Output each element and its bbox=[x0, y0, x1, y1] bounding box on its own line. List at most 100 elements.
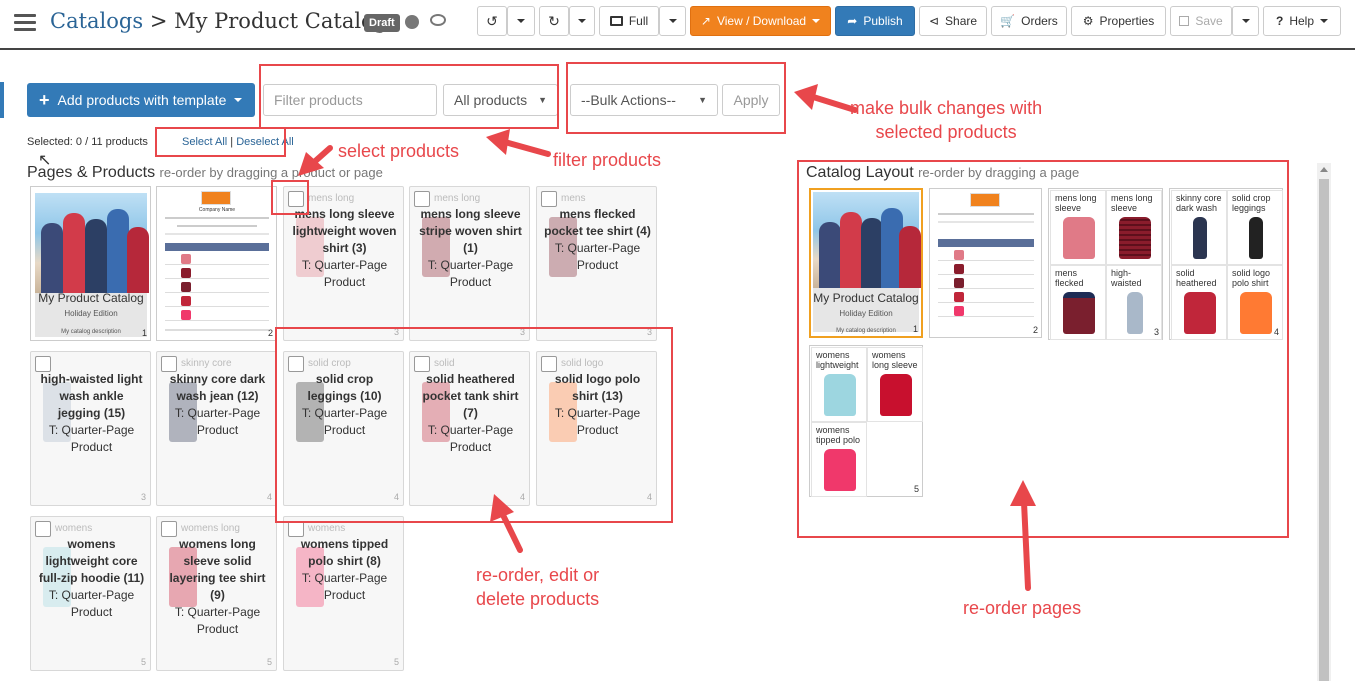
publish-button[interactable]: ➦ Publish bbox=[835, 6, 915, 36]
share-arrow-icon: ➦ bbox=[847, 14, 858, 28]
product-template: T: Quarter-Page Product bbox=[174, 605, 261, 636]
product-card[interactable]: womens womens tipped polo shirt (8) T: Qu… bbox=[283, 516, 404, 671]
redo-icon: ↻ bbox=[548, 12, 560, 29]
product-thumb-label: womens bbox=[308, 523, 346, 534]
undo-icon: ↺ bbox=[486, 12, 498, 29]
product-checkbox[interactable] bbox=[35, 356, 51, 372]
chevron-down-icon bbox=[1241, 19, 1250, 23]
product-card[interactable]: womens long womens long sleeve solid lay… bbox=[156, 516, 277, 671]
view-mode-dropdown[interactable] bbox=[659, 6, 686, 36]
orders-button[interactable]: 🛒 Orders bbox=[991, 6, 1067, 36]
undo-dropdown[interactable] bbox=[507, 6, 535, 36]
company-name: Company Name bbox=[198, 207, 236, 213]
help-button[interactable]: ? Help bbox=[1263, 6, 1341, 36]
external-link-icon: ↗ bbox=[700, 14, 711, 28]
annotation-bulk-text: make bulk changes with selected products bbox=[850, 98, 1043, 142]
plus-icon: + bbox=[39, 89, 50, 110]
product-page-number: 4 bbox=[266, 492, 272, 502]
comment-icon[interactable] bbox=[430, 14, 446, 26]
product-thumb-label: skinny core bbox=[181, 358, 232, 369]
product-card[interactable]: mens mens flecked pocket tee shirt (4) T:… bbox=[536, 186, 657, 341]
product-template: T: Quarter-Page Product bbox=[301, 571, 388, 602]
properties-button[interactable]: ⚙ Properties bbox=[1071, 6, 1166, 36]
save-button[interactable]: Save bbox=[1170, 6, 1232, 36]
cover-title: My Product Catalog bbox=[38, 291, 144, 305]
product-template: T: Quarter-Page Product bbox=[427, 258, 514, 289]
view-download-button[interactable]: ↗ View / Download bbox=[690, 6, 831, 36]
cart-icon: 🛒 bbox=[1000, 14, 1016, 28]
scroll-up-icon[interactable] bbox=[1320, 167, 1328, 172]
product-name: mens flecked pocket tee shirt (4) bbox=[544, 207, 651, 238]
annotation-reorder-pages-text: re-order pages bbox=[963, 598, 1082, 618]
product-name: mens long sleeve stripe woven shirt (1) bbox=[419, 207, 522, 255]
chevron-down-icon bbox=[578, 19, 586, 23]
left-accent-bar bbox=[0, 82, 4, 118]
annotation-select-text: select products bbox=[338, 141, 460, 161]
product-checkbox[interactable] bbox=[35, 521, 51, 537]
page-title: My Product Catalog bbox=[174, 9, 388, 33]
share-label: Share bbox=[945, 14, 978, 28]
breadcrumb: Catalogs > My Product Catalog bbox=[50, 9, 387, 33]
product-name: womens lightweight core full-zip hoodie … bbox=[38, 537, 145, 585]
catalog-editor: { "header": { "breadcrumb_root": "Catalo… bbox=[0, 0, 1355, 681]
breadcrumb-separator: > bbox=[143, 9, 175, 33]
chevron-down-icon bbox=[812, 19, 821, 23]
product-name: womens long sleeve solid layering tee sh… bbox=[169, 537, 266, 602]
page-card-cover[interactable]: My Product Catalog Holiday Edition My ca… bbox=[30, 186, 151, 341]
product-page-number: 3 bbox=[140, 492, 146, 502]
product-card[interactable]: high-waisted light wash ankle jegging (1… bbox=[30, 351, 151, 506]
undo-button[interactable]: ↺ bbox=[477, 6, 507, 36]
product-page-number: 5 bbox=[140, 657, 146, 667]
chevron-down-icon bbox=[1320, 19, 1329, 23]
annotation-checkbox-box bbox=[271, 180, 309, 215]
add-products-button[interactable]: + Add products with template bbox=[27, 83, 255, 117]
arrow-bulk bbox=[807, 93, 858, 113]
menu-icon[interactable] bbox=[14, 14, 36, 32]
view-download-label: View / Download bbox=[716, 14, 807, 28]
save-label: Save bbox=[1195, 14, 1223, 28]
orders-label: Orders bbox=[1021, 14, 1058, 28]
share-button[interactable]: ⊲ Share bbox=[919, 6, 987, 36]
top-bar: Catalogs > My Product Catalog Draft ↺ ↻ … bbox=[0, 0, 1355, 50]
redo-button[interactable]: ↻ bbox=[539, 6, 569, 36]
annotation-products-box bbox=[275, 327, 673, 523]
add-products-label: Add products with template bbox=[57, 92, 227, 108]
product-checkbox[interactable] bbox=[541, 191, 557, 207]
product-template: T: Quarter-Page Product bbox=[174, 406, 261, 437]
product-checkbox[interactable] bbox=[161, 356, 177, 372]
pages-products-title: Pages & Products bbox=[27, 164, 156, 181]
product-thumb-label: mens long bbox=[434, 193, 481, 204]
share-icon: ⊲ bbox=[928, 14, 940, 28]
draft-badge: Draft bbox=[364, 14, 400, 32]
product-checkbox[interactable] bbox=[288, 521, 304, 537]
redo-dropdown[interactable] bbox=[569, 6, 595, 36]
product-thumb-label: mens bbox=[561, 193, 586, 204]
product-template: T: Quarter-Page Product bbox=[48, 423, 135, 454]
product-checkbox[interactable] bbox=[414, 191, 430, 207]
product-name: high-waisted light wash ankle jegging (1… bbox=[40, 372, 143, 420]
page-number: 2 bbox=[267, 328, 273, 338]
layout-scrollbar[interactable] bbox=[1317, 163, 1331, 681]
product-name: womens tipped polo shirt (8) bbox=[300, 537, 389, 568]
product-card[interactable]: womens womens lightweight core full-zip … bbox=[30, 516, 151, 671]
product-template: T: Quarter-Page Product bbox=[554, 241, 641, 272]
publish-label: Publish bbox=[863, 14, 903, 28]
properties-label: Properties bbox=[1099, 14, 1155, 28]
chevron-down-icon bbox=[517, 19, 525, 23]
product-checkbox[interactable] bbox=[161, 521, 177, 537]
product-card[interactable]: mens long mens long sleeve stripe woven … bbox=[409, 186, 530, 341]
floppy-icon bbox=[1179, 16, 1190, 26]
annotation-reorder-products-text: re-order, edit or delete products bbox=[476, 565, 600, 609]
form-header bbox=[165, 243, 269, 251]
gear-icon: ⚙ bbox=[1082, 14, 1094, 28]
page-number: 1 bbox=[141, 328, 147, 338]
product-card[interactable]: skinny core skinny core dark wash jean (… bbox=[156, 351, 277, 506]
page-card-order-form[interactable]: Company Name 2 bbox=[156, 186, 277, 341]
save-dropdown[interactable] bbox=[1232, 6, 1259, 36]
scrollbar-thumb[interactable] bbox=[1319, 179, 1329, 681]
view-mode-button[interactable]: Full bbox=[599, 6, 659, 36]
question-icon: ? bbox=[1275, 14, 1284, 28]
arrow-filter bbox=[502, 139, 551, 157]
breadcrumb-catalogs-link[interactable]: Catalogs bbox=[50, 9, 143, 33]
globe-icon[interactable] bbox=[405, 15, 419, 29]
